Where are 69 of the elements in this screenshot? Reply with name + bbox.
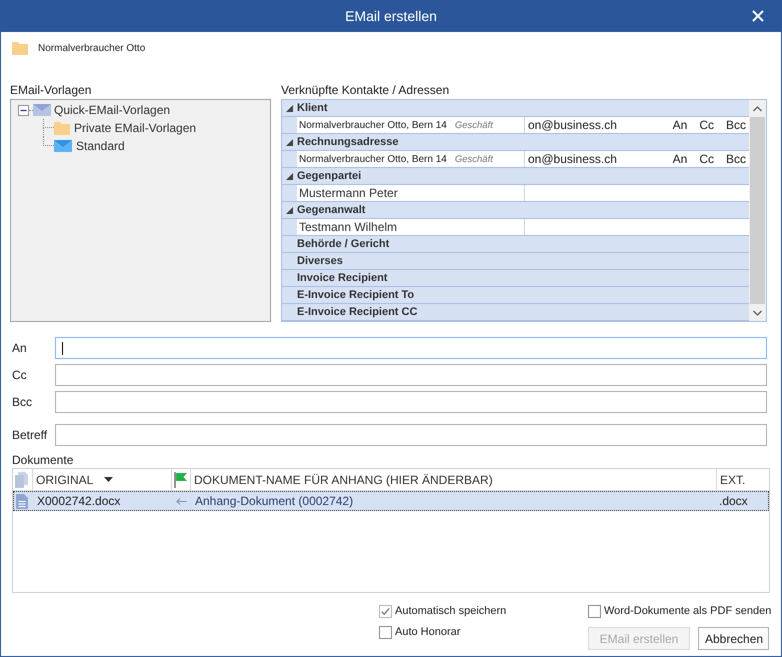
table-cell-text: .docx bbox=[718, 493, 749, 510]
column-header[interactable]: EXT. bbox=[717, 469, 769, 490]
group-header[interactable]: E-Invoice Recipient CC bbox=[282, 304, 749, 321]
section-label: EMail-Vorlagen bbox=[10, 82, 92, 98]
checkbox[interactable] bbox=[379, 604, 392, 618]
chevron-up-icon[interactable] bbox=[753, 106, 762, 112]
recipient-link[interactable]: Cc bbox=[699, 118, 714, 132]
checkbox[interactable] bbox=[379, 626, 392, 638]
tree-item[interactable]: Private EMail-Vorlagen bbox=[54, 121, 196, 135]
checkbox-label[interactable]: Word-Dokumente als PDF senden bbox=[604, 605, 772, 617]
triangle-icon bbox=[286, 173, 293, 180]
window-title: EMail erstellen bbox=[345, 8, 437, 24]
input-field[interactable] bbox=[55, 391, 767, 413]
address-type: Geschäft bbox=[454, 154, 493, 164]
scrollbar[interactable] bbox=[749, 100, 766, 321]
table-cell: Testmann Wilhelm bbox=[297, 219, 525, 235]
address-type: Geschäft bbox=[454, 120, 493, 130]
flag-icon bbox=[174, 472, 188, 488]
triangle-icon bbox=[286, 139, 293, 146]
checkbox[interactable] bbox=[588, 604, 601, 618]
email-address: on@business.ch bbox=[528, 152, 617, 166]
field-label: An bbox=[11, 341, 27, 355]
group-header[interactable]: Invoice Recipient bbox=[282, 270, 749, 287]
triangle-icon bbox=[286, 105, 293, 112]
chevron-down-icon[interactable] bbox=[753, 310, 762, 316]
field-label: Betreff bbox=[11, 428, 48, 442]
table-row[interactable]: X0002742.docx Anhang-Dokument (0002742) .docx bbox=[13, 491, 769, 511]
record-name: Normalverbraucher Otto bbox=[38, 42, 146, 54]
recipient-link[interactable]: Bcc bbox=[726, 118, 746, 132]
input-field[interactable] bbox=[55, 424, 767, 446]
recipient-link[interactable]: An bbox=[672, 152, 688, 166]
folder-icon bbox=[12, 42, 28, 54]
column-header[interactable]: ORIGINAL bbox=[33, 469, 172, 490]
close-icon bbox=[752, 10, 764, 22]
group-header[interactable]: Behörde / Gericht bbox=[282, 236, 749, 253]
envelope-icon bbox=[54, 140, 72, 152]
caret-icon[interactable] bbox=[104, 477, 114, 482]
recipient-link[interactable]: Bcc bbox=[726, 152, 746, 166]
contact-address: Normalverbraucher Otto, Bern 14 bbox=[299, 154, 447, 164]
email-address: on@business.ch bbox=[528, 118, 617, 132]
section-label: Verknüpfte Kontakte / Adressen bbox=[281, 82, 450, 98]
cancel-button[interactable]: Abbrechen bbox=[698, 627, 769, 650]
field-label: Bcc bbox=[11, 395, 32, 409]
input-field[interactable] bbox=[55, 337, 767, 359]
input-field[interactable] bbox=[55, 364, 767, 386]
folder-icon bbox=[54, 122, 70, 134]
document-icon bbox=[16, 494, 28, 508]
table-cell: Mustermann Peter bbox=[297, 185, 525, 201]
section-label: Dokumente bbox=[11, 452, 74, 467]
envelope-icon bbox=[33, 104, 51, 116]
field-label: Cc bbox=[11, 368, 27, 382]
contact-address: Normalverbraucher Otto, Bern 14 bbox=[299, 120, 447, 130]
scrollbar-thumb[interactable] bbox=[750, 117, 765, 304]
tree-item[interactable]: Standard bbox=[54, 139, 125, 153]
column-header[interactable]: DOKUMENT-NAME FÜR ANHANG (HIER ÄNDERBAR) bbox=[191, 469, 717, 490]
left-arrow-icon bbox=[176, 498, 187, 504]
table-cell[interactable]: Anhang-Dokument (0002742) bbox=[192, 492, 716, 510]
checkbox-label[interactable]: Auto Honorar bbox=[395, 626, 460, 638]
tree-item[interactable]: Quick-EMail-Vorlagen bbox=[33, 103, 170, 117]
recipient-link[interactable]: Cc bbox=[699, 152, 714, 166]
group-header[interactable]: E-Invoice Recipient To bbox=[282, 287, 749, 304]
group-header[interactable]: Diverses bbox=[282, 253, 749, 270]
triangle-icon bbox=[286, 207, 293, 214]
table-cell-text: X0002742.docx bbox=[36, 493, 122, 510]
collapse-icon[interactable] bbox=[18, 104, 29, 116]
pages-icon bbox=[15, 472, 28, 488]
text-cursor-icon bbox=[62, 342, 63, 354]
recipient-link[interactable]: An bbox=[672, 118, 688, 132]
checkbox-label[interactable]: Automatisch speichern bbox=[395, 605, 506, 617]
